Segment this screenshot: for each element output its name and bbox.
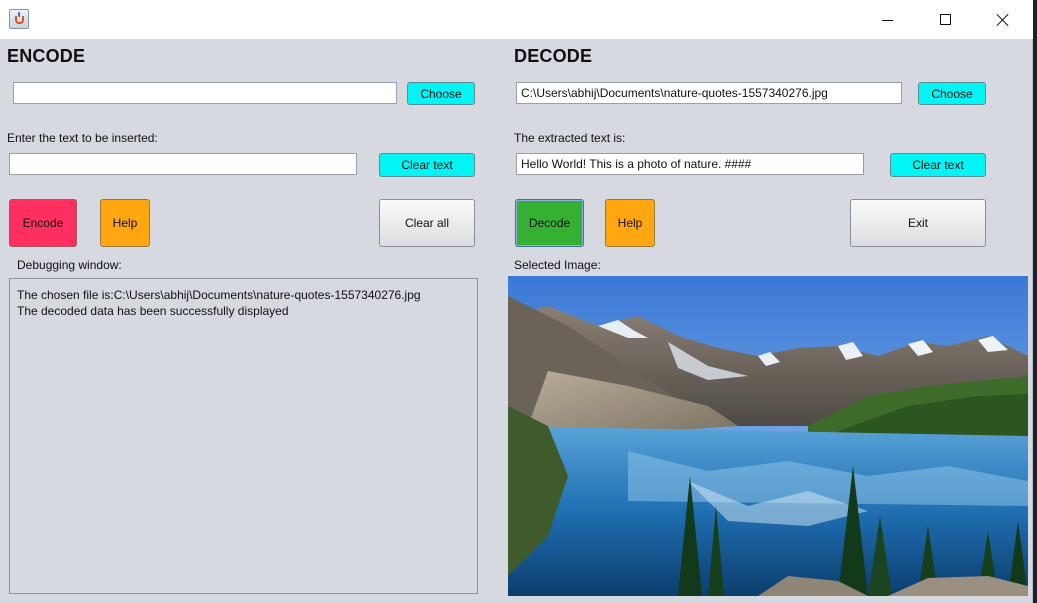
extracted-text-field[interactable]: Hello World! This is a photo of nature. … <box>516 153 864 175</box>
selected-image-title: Selected Image: <box>514 258 601 272</box>
encode-text-input[interactable] <box>9 153 357 175</box>
minimize-icon <box>881 19 893 21</box>
app-window: ENCODE Choose Enter the text to be inser… <box>0 0 1033 603</box>
clear-all-button[interactable]: Clear all <box>379 199 475 247</box>
decode-clear-text-button[interactable]: Clear text <box>890 153 986 177</box>
mountain-lake-image <box>508 276 1028 596</box>
java-app-icon <box>9 9 29 29</box>
selected-image <box>508 276 1028 596</box>
decode-button[interactable]: Decode <box>515 199 584 247</box>
decode-help-button[interactable]: Help <box>605 199 655 247</box>
decode-choose-button[interactable]: Choose <box>918 82 986 105</box>
decode-heading: DECODE <box>514 46 593 66</box>
extracted-text-prompt: The extracted text is: <box>514 131 626 145</box>
encode-choose-button[interactable]: Choose <box>407 82 475 105</box>
encode-help-button[interactable]: Help <box>100 199 150 247</box>
maximize-button[interactable] <box>916 0 974 39</box>
encode-clear-text-button[interactable]: Clear text <box>379 153 475 177</box>
exit-button[interactable]: Exit <box>850 199 986 247</box>
debug-line: The chosen file is:C:\Users\abhij\Docume… <box>17 288 421 302</box>
encode-file-path-field[interactable] <box>13 82 397 104</box>
decode-file-path-field[interactable]: C:\Users\abhij\Documents\nature-quotes-1… <box>516 82 902 104</box>
title-bar <box>0 0 1033 39</box>
debug-window-title: Debugging window: <box>17 258 122 272</box>
minimize-button[interactable] <box>858 0 916 39</box>
debug-line: The decoded data has been successfully d… <box>17 304 289 318</box>
encode-button[interactable]: Encode <box>9 199 77 247</box>
encode-heading: ENCODE <box>7 46 86 66</box>
close-icon <box>996 13 1010 27</box>
maximize-icon <box>939 14 951 25</box>
debug-text-area[interactable]: The chosen file is:C:\Users\abhij\Docume… <box>9 278 478 594</box>
encode-text-prompt: Enter the text to be inserted: <box>7 131 158 145</box>
close-button[interactable] <box>974 0 1032 39</box>
